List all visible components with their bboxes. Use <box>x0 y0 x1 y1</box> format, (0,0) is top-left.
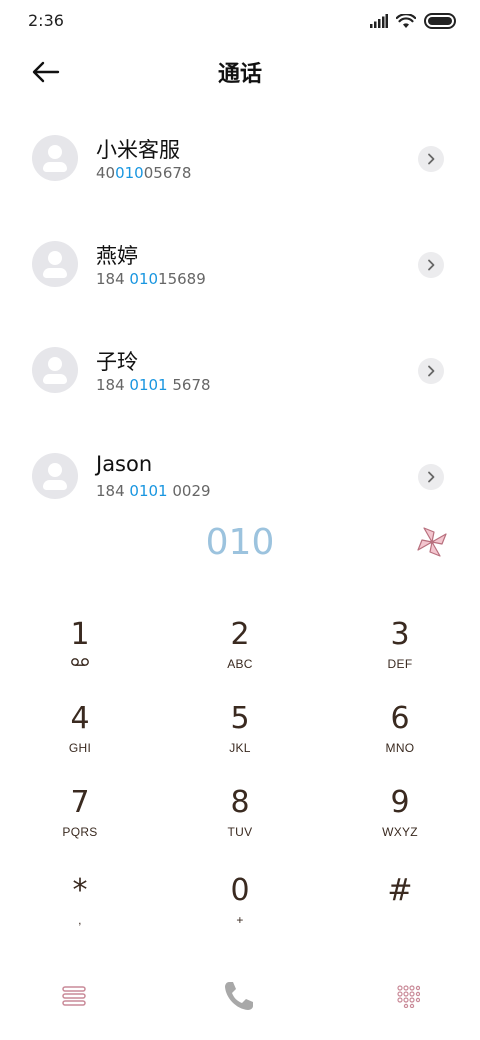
contact-name: 燕婷 <box>96 244 138 268</box>
status-bar: 2:36 <box>0 0 480 40</box>
match-highlight: 010 <box>129 270 159 288</box>
key-star[interactable]: * , <box>0 874 160 954</box>
status-icons <box>370 11 456 31</box>
call-button[interactable] <box>219 976 259 1016</box>
contact-detail-button[interactable] <box>418 146 444 172</box>
header: 通话 <box>0 44 480 100</box>
avatar <box>32 241 78 287</box>
contact-number: 184 01015689 <box>96 270 206 288</box>
contact-name: 子玲 <box>96 350 138 374</box>
page-title: 通话 <box>217 62 262 87</box>
avatar <box>32 347 78 393</box>
key-3[interactable]: 3 DEF <box>320 618 480 698</box>
match-highlight: 0101 <box>129 482 168 500</box>
chevron-right-icon <box>428 153 435 165</box>
avatar <box>32 453 78 499</box>
key-hash[interactable]: # <box>320 874 480 954</box>
chevron-right-icon <box>428 259 435 271</box>
contact-detail-button[interactable] <box>418 358 444 384</box>
dialpad-icon <box>397 985 420 1008</box>
signal-icon <box>370 14 388 28</box>
contact-detail-button[interactable] <box>418 252 444 278</box>
key-2[interactable]: 2 ABC <box>160 618 320 698</box>
contact-list: 小米客服 4001005678 燕婷 184 01015689 子玲 184 0… <box>0 106 480 530</box>
avatar <box>32 135 78 181</box>
key-8[interactable]: 8 TUV <box>160 786 320 866</box>
contact-number: 4001005678 <box>96 164 192 182</box>
contact-row[interactable]: 小米客服 4001005678 <box>0 106 480 212</box>
chevron-right-icon <box>428 471 435 483</box>
key-9[interactable]: 9 WXYZ <box>320 786 480 866</box>
contact-row[interactable]: 子玲 184 0101 5678 <box>0 318 480 424</box>
battery-icon <box>424 13 456 29</box>
phone-icon <box>225 982 253 1010</box>
key-1[interactable]: 1 <box>0 618 160 698</box>
key-5[interactable]: 5 JKL <box>160 702 320 782</box>
pinwheel-icon[interactable] <box>414 524 450 560</box>
key-4[interactable]: 4 GHI <box>0 702 160 782</box>
contact-number: 184 0101 5678 <box>96 376 211 394</box>
status-time: 2:36 <box>28 11 64 30</box>
voicemail-icon <box>71 658 89 666</box>
dialed-number: 010 <box>205 522 275 563</box>
key-7[interactable]: 7 PQRS <box>0 786 160 866</box>
contact-row[interactable]: Jason 184 0101 0029 <box>0 424 480 530</box>
dialpad-button[interactable] <box>388 976 428 1016</box>
contact-detail-button[interactable] <box>418 464 444 490</box>
contact-name: Jason <box>96 452 153 476</box>
menu-button[interactable] <box>54 976 94 1016</box>
key-0[interactable]: 0 + <box>160 874 320 954</box>
contact-row[interactable]: 燕婷 184 01015689 <box>0 212 480 318</box>
contact-number: 184 0101 0029 <box>96 482 211 500</box>
key-6[interactable]: 6 MNO <box>320 702 480 782</box>
wifi-icon <box>396 13 416 28</box>
menu-icon <box>62 986 86 1006</box>
bottom-bar <box>0 968 480 1024</box>
chevron-right-icon <box>428 365 435 377</box>
match-highlight: 0101 <box>129 376 168 394</box>
contact-name: 小米客服 <box>96 138 180 162</box>
match-highlight: 010 <box>115 164 144 182</box>
